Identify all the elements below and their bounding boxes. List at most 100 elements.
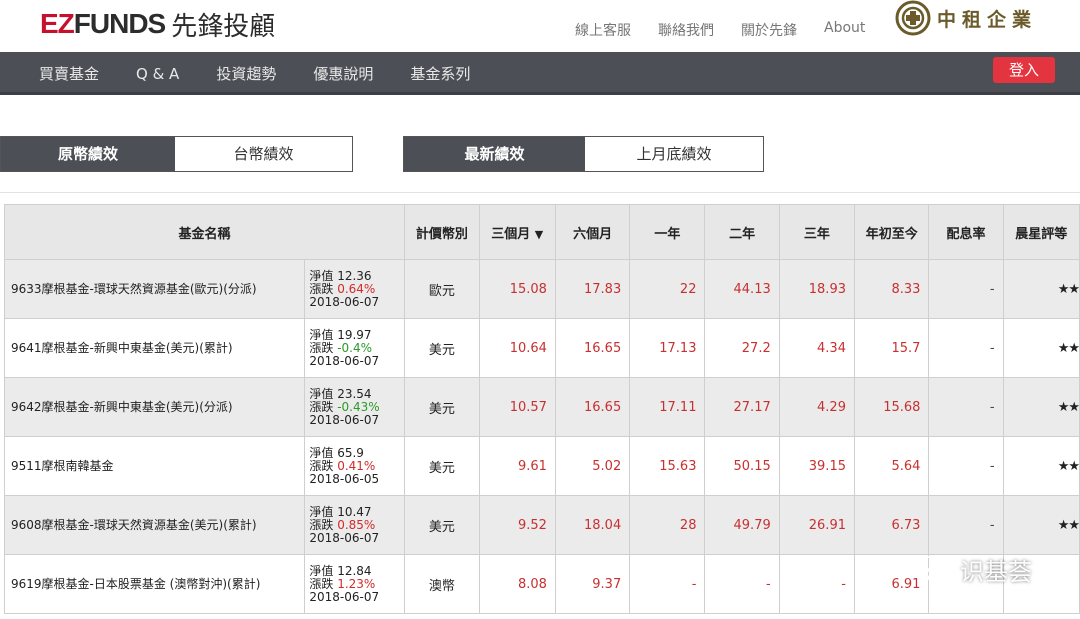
cell-currency: 美元 — [404, 436, 480, 496]
link-online-service[interactable]: 線上客服 — [575, 20, 631, 40]
link-about[interactable]: About — [824, 20, 865, 40]
sort-down-icon: ▼ — [534, 227, 544, 241]
cell-y3: 4.29 — [778, 377, 855, 437]
tab-original-currency[interactable]: 原幣績效 — [1, 137, 175, 171]
link-contact-us[interactable]: 聯絡我們 — [658, 20, 714, 40]
fund-name-link[interactable]: 9619摩根基金-日本股票基金 (澳幣對沖)(累計) — [3, 554, 306, 614]
link-about-xianfeng[interactable]: 關於先鋒 — [741, 20, 797, 40]
header-currency: 計價幣別 — [404, 204, 480, 260]
currency-toggle: 原幣績效 台幣績效 — [0, 136, 353, 172]
fund-name-link[interactable]: 9608摩根基金-環球天然資源基金(美元)(累計) — [3, 495, 306, 555]
tab-last-month-end[interactable]: 上月底績效 — [585, 137, 763, 171]
nav-change: 漲跌 0.64% — [309, 282, 400, 296]
cell-m3: 10.57 — [478, 377, 556, 437]
cell-m6: 18.04 — [554, 495, 631, 555]
company-name: 中租企業 — [937, 8, 1038, 31]
cell-y3: 26.91 — [778, 495, 855, 555]
header-morningstar[interactable]: 晨星評等 — [1002, 204, 1080, 260]
logo-funds: FUNDS — [73, 8, 166, 39]
cell-morningstar: ★★ — [1002, 436, 1080, 496]
header-2y[interactable]: 二年 — [704, 204, 780, 260]
table-row[interactable]: 9641摩根基金-新興中東基金(美元)(累計) 淨值 19.97 漲跌 -0.4% 2… — [3, 318, 1080, 378]
nav-fund-series[interactable]: 基金系列 — [410, 63, 470, 84]
divider — [0, 192, 1080, 193]
cell-ytd: 5.64 — [853, 436, 930, 496]
nav-info: 淨值 65.9 漲跌 0.41% 2018-06-05 — [304, 436, 406, 496]
period-toggle: 最新績效 上月底績效 — [403, 136, 764, 172]
top-bar: EZ FUNDS 先鋒投顧 線上客服 聯絡我們 關於先鋒 About 中租企業 — [0, 0, 1080, 52]
change-label: 漲跌 — [309, 517, 338, 532]
fund-name-link[interactable]: 9633摩根基金-環球天然資源基金(歐元)(分派) — [3, 259, 306, 319]
top-links: 線上客服 聯絡我們 關於先鋒 About — [575, 20, 865, 40]
nav-change: 漲跌 -0.43% — [309, 399, 400, 414]
change-value: -0.43% — [337, 399, 380, 414]
company-logo[interactable]: 中租企業 — [895, 0, 1037, 36]
cell-m6: 5.02 — [554, 436, 631, 496]
change-label: 漲跌 — [309, 458, 338, 473]
table-row[interactable]: 9608摩根基金-環球天然資源基金(美元)(累計) 淨值 10.47 漲跌 0.85… — [3, 495, 1080, 555]
table-header-row: 基金名稱 計價幣別 三個月 ▼ 六個月 一年 二年 三年 年初至今 配息率 晨星… — [3, 204, 1080, 260]
nav-date: 2018-06-07 — [309, 530, 380, 545]
cell-m3: 9.52 — [478, 495, 556, 555]
fund-name-link[interactable]: 9511摩根南韓基金 — [3, 436, 306, 496]
change-value: 0.41% — [337, 458, 376, 473]
cell-m3: 10.64 — [478, 318, 556, 378]
cell-m3: 9.61 — [478, 436, 556, 496]
header-6m[interactable]: 六個月 — [554, 204, 631, 260]
cell-currency: 美元 — [404, 318, 480, 378]
watermark-text: 识基荟 — [960, 558, 1032, 586]
cell-morningstar: ★★ — [1002, 377, 1080, 437]
ezfunds-logo[interactable]: EZ FUNDS 先鋒投顧 — [40, 6, 275, 42]
nav-change: 漲跌 0.41% — [309, 458, 400, 473]
fund-name-link[interactable]: 9641摩根基金-新興中東基金(美元)(累計) — [3, 318, 306, 378]
nav-promotions[interactable]: 優惠說明 — [313, 63, 373, 84]
nav-buy-sell-funds[interactable]: 買賣基金 — [39, 63, 99, 84]
change-value: 1.23% — [337, 576, 376, 591]
header-ytd[interactable]: 年初至今 — [853, 204, 930, 260]
cell-y2: - — [704, 554, 780, 614]
cell-m6: 16.65 — [554, 377, 631, 437]
cell-morningstar: ★★ — [1002, 259, 1080, 319]
cell-dividend: - — [928, 495, 1004, 555]
cell-dividend: - — [928, 436, 1004, 496]
login-button[interactable]: 登入 — [993, 57, 1055, 83]
wechat-icon — [913, 555, 950, 583]
cell-currency: 歐元 — [404, 259, 480, 319]
cell-y3: 39.15 — [778, 436, 855, 496]
nav-change: 漲跌 -0.4% — [309, 341, 400, 355]
fund-name-link[interactable]: 9642摩根基金-新興中東基金(美元)(分派) — [3, 377, 306, 437]
nav-date: 2018-06-07 — [309, 294, 380, 309]
logo-chinese-name: 先鋒投顧 — [171, 11, 276, 42]
nav-qa[interactable]: Q & A — [136, 65, 179, 83]
nav-date: 2018-06-05 — [309, 471, 380, 486]
tab-latest-performance[interactable]: 最新績效 — [404, 137, 585, 171]
header-dividend[interactable]: 配息率 — [928, 204, 1004, 260]
cell-dividend: - — [928, 318, 1004, 378]
cell-y1: 22 — [629, 259, 706, 319]
header-3y[interactable]: 三年 — [778, 204, 855, 260]
watermark: 识基荟 — [912, 552, 1032, 587]
nav-info: 淨值 19.97 漲跌 -0.4% 2018-06-07 — [304, 318, 406, 378]
nav-info: 淨值 10.47 漲跌 0.85% 2018-06-07 — [304, 495, 406, 555]
cell-m6: 17.83 — [554, 259, 631, 319]
table-row[interactable]: 9511摩根南韓基金 淨值 65.9 漲跌 0.41% 2018-06-05 美元 9.6… — [3, 436, 1080, 496]
cell-y2: 44.13 — [704, 259, 780, 319]
nav-date: 2018-06-07 — [309, 412, 380, 427]
header-3m[interactable]: 三個月 ▼ — [478, 204, 556, 260]
cell-ytd: 8.33 — [853, 259, 930, 319]
header-1y[interactable]: 一年 — [629, 204, 706, 260]
nav-date: 2018-06-07 — [309, 353, 380, 368]
nav-investment-trends[interactable]: 投資趨勢 — [216, 63, 276, 84]
table-row[interactable]: 9633摩根基金-環球天然資源基金(歐元)(分派) 淨值 12.36 漲跌 0.64… — [3, 259, 1080, 319]
cell-y3: 4.34 — [778, 318, 855, 378]
company-seal-icon — [895, 0, 931, 36]
cell-m3: 8.08 — [478, 554, 556, 614]
cell-y1: 17.11 — [629, 377, 706, 437]
logo-ez: EZ — [40, 8, 75, 39]
cell-morningstar: ★★ — [1002, 495, 1080, 555]
change-label: 漲跌 — [309, 576, 338, 591]
header-fund-name: 基金名稱 — [3, 204, 406, 260]
cell-y2: 50.15 — [704, 436, 780, 496]
table-row[interactable]: 9642摩根基金-新興中東基金(美元)(分派) 淨值 23.54 漲跌 -0.43%… — [3, 377, 1080, 437]
tab-twd[interactable]: 台幣績效 — [175, 137, 352, 171]
